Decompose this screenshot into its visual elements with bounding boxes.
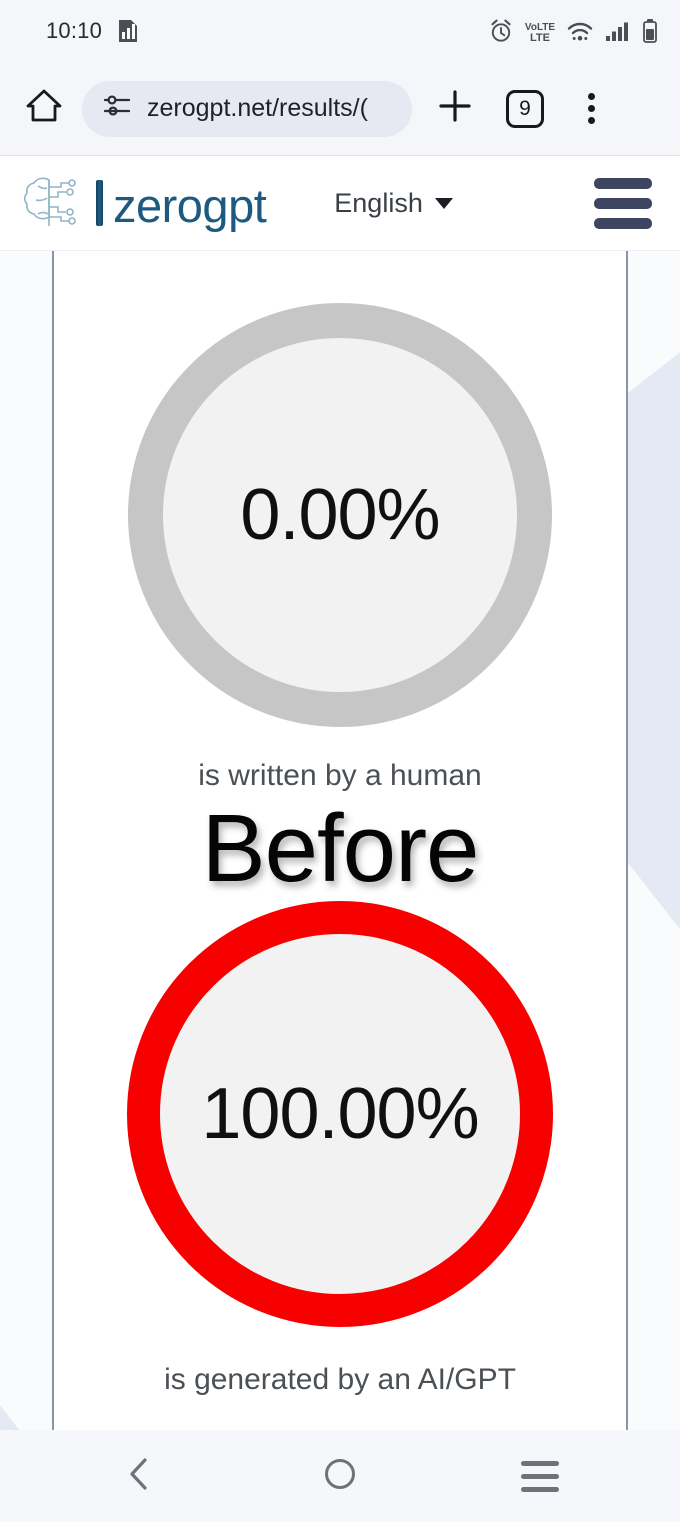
- url-text: zerogpt.net/results/(: [147, 94, 368, 122]
- back-chevron-icon: [123, 1454, 157, 1499]
- wifi-icon: [566, 18, 594, 44]
- human-score-value: 0.00%: [240, 475, 440, 555]
- ai-score-caption: is generated by an AI/GPT: [164, 1363, 516, 1396]
- site-header: zerogpt English: [0, 156, 680, 251]
- hamburger-menu-icon[interactable]: [594, 177, 652, 229]
- status-bar-clock: 10:10: [46, 18, 103, 43]
- before-overlay-label: Before: [201, 795, 480, 902]
- alarm-clock-icon: [488, 18, 514, 44]
- language-selector[interactable]: English: [334, 188, 453, 219]
- human-score-caption: is written by a human: [198, 759, 482, 792]
- tab-count-box: 9: [506, 89, 544, 128]
- brand-logo[interactable]: zerogpt: [18, 173, 267, 233]
- home-icon: [24, 87, 64, 130]
- page-content-area: 0.00% is written by a human Before 100.0…: [0, 251, 680, 1430]
- status-bar-left: 10:10: [46, 18, 140, 44]
- brain-circuit-logo-icon: [18, 173, 94, 233]
- sim-card-signal-icon: [116, 18, 140, 44]
- brand-name: zerogpt: [113, 178, 267, 232]
- home-circle-icon: [321, 1455, 359, 1498]
- recents-lines-icon: [521, 1460, 559, 1492]
- tune-settings-icon[interactable]: [102, 91, 132, 126]
- results-card: 0.00% is written by a human Before 100.0…: [52, 251, 628, 1430]
- svg-text:LTE: LTE: [530, 32, 550, 44]
- cellular-signal-icon: [605, 18, 631, 44]
- android-status-bar: 10:10 VoLTE LTE: [0, 0, 680, 62]
- ai-score-gauge: 100.00%: [127, 901, 553, 1327]
- url-bar[interactable]: zerogpt.net/results/(: [82, 80, 412, 137]
- brand-divider: [96, 180, 103, 226]
- chevron-down-icon: [434, 197, 453, 209]
- nav-recents-button[interactable]: [495, 1441, 585, 1511]
- tab-count-label: 9: [519, 97, 531, 120]
- nav-home-button[interactable]: [295, 1441, 385, 1511]
- new-tab-button[interactable]: [426, 80, 484, 138]
- tab-switcher-button[interactable]: 9: [496, 80, 554, 138]
- phone-screen: 10:10 VoLTE LTE zerogpt.net/results/(9 …: [0, 0, 680, 1522]
- browser-toolbar: zerogpt.net/results/( 9: [0, 62, 680, 156]
- human-score-gauge: 0.00%: [128, 303, 552, 727]
- ai-score-value: 100.00%: [201, 1074, 479, 1154]
- browser-home-button[interactable]: [20, 85, 68, 133]
- language-label: English: [334, 187, 423, 218]
- battery-icon: [642, 18, 658, 44]
- android-navigation-bar: [0, 1430, 680, 1522]
- plus-icon: [435, 86, 475, 131]
- browser-overflow-menu-button[interactable]: [562, 80, 620, 138]
- three-dot-menu-icon: [587, 93, 595, 124]
- status-bar-right: VoLTE LTE: [488, 18, 658, 44]
- volte-icon: VoLTE LTE: [525, 18, 555, 44]
- nav-back-button[interactable]: [95, 1441, 185, 1511]
